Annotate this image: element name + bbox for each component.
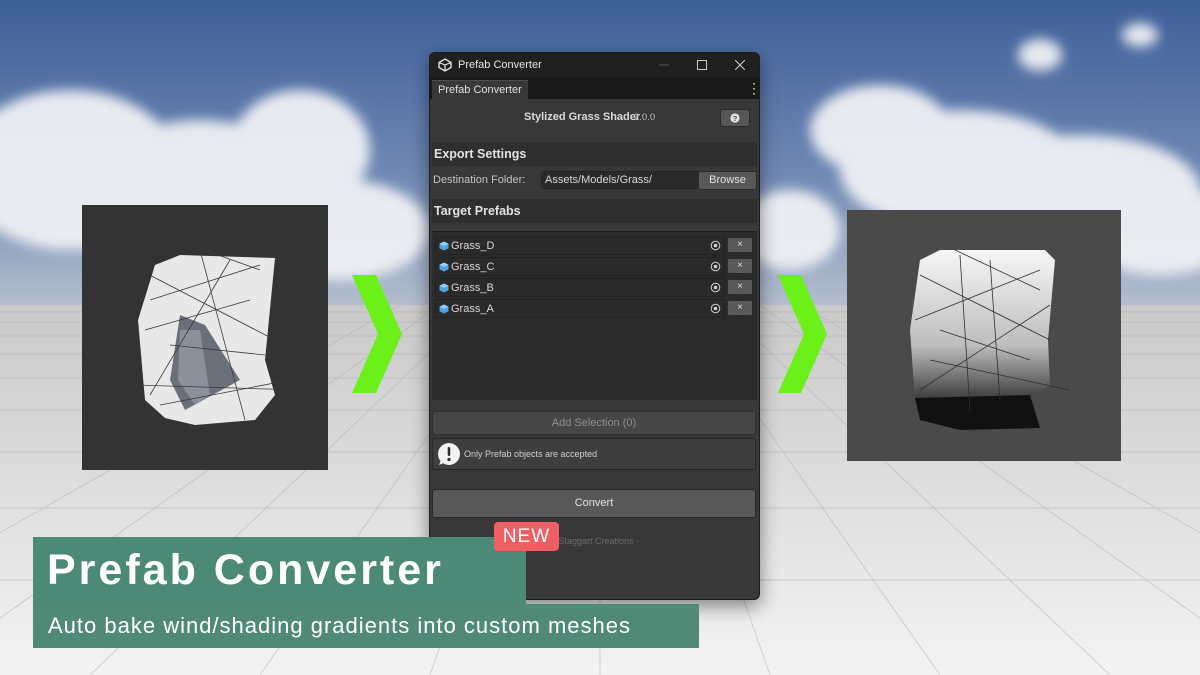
list-item: Grass_A × [435, 299, 754, 318]
list-item: Grass_B × [435, 278, 754, 297]
info-helpbox: Only Prefab objects are accepted [432, 438, 756, 470]
window-title: Prefab Converter [458, 59, 542, 71]
window-titlebar[interactable]: Prefab Converter [430, 53, 759, 77]
convert-button[interactable]: Convert [432, 489, 756, 518]
prefab-name: Grass_B [451, 281, 494, 294]
banner-subtitle: Auto bake wind/shading gradients into cu… [33, 604, 699, 648]
export-settings-header: Export Settings [432, 142, 757, 166]
prefab-object-field[interactable]: Grass_C [435, 257, 725, 276]
object-picker-icon[interactable] [709, 281, 722, 294]
prefab-object-field[interactable]: Grass_B [435, 278, 725, 297]
maximize-button[interactable] [683, 53, 721, 77]
close-icon [735, 60, 745, 70]
remove-prefab-button[interactable]: × [727, 300, 753, 316]
plugin-name: Stylized Grass Shader [524, 111, 641, 123]
list-item: Grass_D × [435, 236, 754, 255]
question-icon: ? [730, 113, 740, 123]
plugin-header: Stylized Grass Shader 2.0.0 ? [430, 107, 759, 129]
prefab-converter-window: Prefab Converter Prefab Converter ⋮ Styl… [429, 52, 760, 600]
svg-text:?: ? [733, 114, 738, 123]
add-selection-button[interactable]: Add Selection (0) [432, 411, 756, 435]
prefab-name: Grass_A [451, 302, 494, 315]
destination-folder-label: Destination Folder: [433, 174, 526, 186]
banner-title: Prefab Converter [33, 537, 526, 604]
tab-menu-button[interactable]: ⋮ [747, 79, 759, 97]
prefab-object-field[interactable]: Grass_A [435, 299, 725, 318]
minimize-button[interactable] [645, 53, 683, 77]
minimize-icon [659, 64, 669, 66]
info-icon [438, 443, 460, 465]
prefab-list: Grass_D × Grass_C × Grass_B × Grass_A × [432, 231, 757, 400]
info-message: Only Prefab objects are accepted [464, 449, 598, 459]
prefab-icon [439, 262, 449, 272]
new-badge: NEW [494, 522, 559, 551]
remove-prefab-button[interactable]: × [727, 237, 753, 253]
prefab-icon [439, 241, 449, 251]
remove-prefab-button[interactable]: × [727, 279, 753, 295]
prefab-object-field[interactable]: Grass_D [435, 236, 725, 255]
plugin-version: 2.0.0 [634, 112, 656, 123]
prefab-icon [439, 304, 449, 314]
unity-logo-icon [438, 58, 452, 72]
remove-prefab-button[interactable]: × [727, 258, 753, 274]
maximize-icon [697, 60, 707, 70]
mesh-preview-before [82, 205, 328, 470]
object-picker-icon[interactable] [709, 239, 722, 252]
object-picker-icon[interactable] [709, 302, 722, 315]
destination-folder-field[interactable]: Assets/Models/Grass/ [541, 171, 700, 189]
object-picker-icon[interactable] [709, 260, 722, 273]
list-item: Grass_C × [435, 257, 754, 276]
browse-button[interactable]: Browse [698, 171, 757, 190]
tab-bar: Prefab Converter ⋮ [430, 77, 759, 100]
target-prefabs-header: Target Prefabs [432, 199, 757, 223]
prefab-name: Grass_D [451, 239, 495, 252]
help-button[interactable]: ? [720, 109, 750, 127]
footer-credit: - Staggart Creations - [553, 536, 640, 546]
mesh-preview-after [847, 210, 1121, 461]
prefab-icon [439, 283, 449, 293]
close-button[interactable] [721, 53, 759, 77]
tab-prefab-converter[interactable]: Prefab Converter [432, 80, 528, 100]
prefab-name: Grass_C [451, 260, 495, 273]
